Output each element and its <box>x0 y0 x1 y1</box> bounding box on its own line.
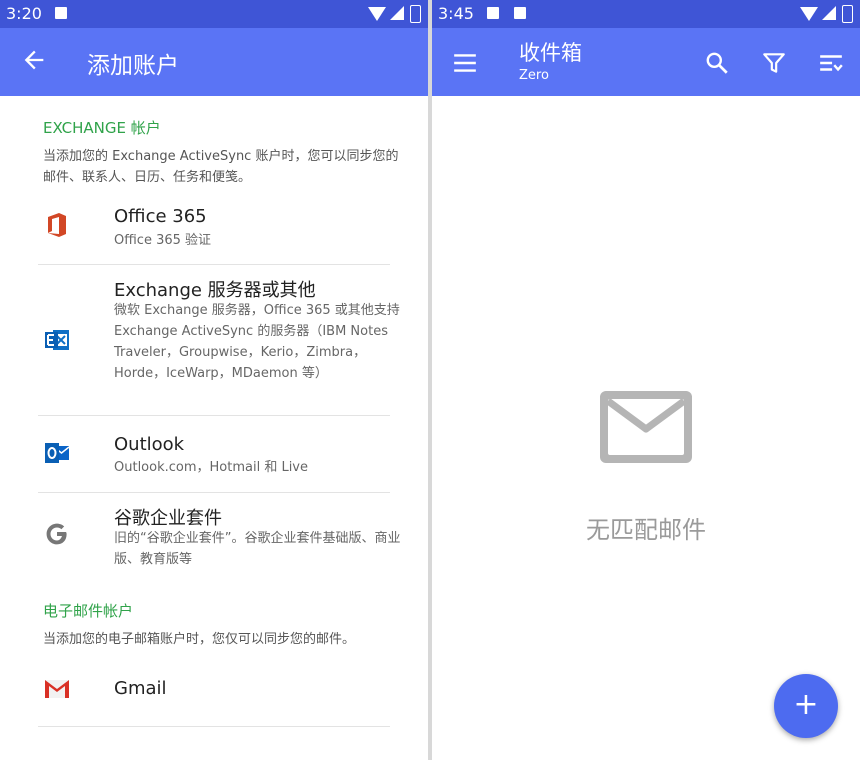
empty-inbox-message: 无匹配邮件 <box>586 516 706 544</box>
back-arrow-icon[interactable] <box>20 46 48 74</box>
account-subtitle: Outlook.com，Hotmail 和 Live <box>114 460 309 475</box>
filter-icon[interactable] <box>761 50 787 76</box>
account-title: Exchange 服务器或其他 <box>114 280 316 301</box>
status-time: 3:45 <box>438 4 474 23</box>
account-subtitle: 微软 Exchange 服务器，Office 365 或其他支持 Exchang… <box>114 303 400 381</box>
app-bar: 添加账户 <box>0 28 428 96</box>
mail-empty-icon <box>600 391 692 463</box>
divider <box>38 726 390 727</box>
signal-icon <box>822 6 836 20</box>
wifi-icon <box>800 7 818 21</box>
sort-icon[interactable] <box>818 50 844 76</box>
notification-icon <box>514 7 526 19</box>
battery-icon <box>842 5 853 23</box>
account-item-outlook[interactable]: Outlook Outlook.com，Hotmail 和 Live <box>0 416 428 492</box>
account-name: Zero <box>519 68 549 83</box>
status-bar: 3:45 <box>432 0 860 28</box>
account-title: Office 365 <box>114 206 207 227</box>
plus-icon: + <box>793 687 819 722</box>
account-item-gmail[interactable]: Gmail <box>0 656 428 726</box>
exchange-section-description: 当添加您的 Exchange ActiveSync 账户时，您可以同步您的邮件、… <box>43 149 399 185</box>
account-subtitle: 旧的“谷歌企业套件”。谷歌企业套件基础版、商业版、教育版等 <box>114 531 401 567</box>
office365-icon <box>48 213 66 237</box>
add-account-screen: 3:20 添加账户 EXCHANGE 帐户 当添加您的 Exchange Act… <box>0 0 428 760</box>
google-icon <box>46 523 67 545</box>
status-bar: 3:20 <box>0 0 428 28</box>
menu-icon[interactable] <box>452 50 478 76</box>
exchange-icon <box>45 330 69 350</box>
account-title: 谷歌企业套件 <box>114 508 222 529</box>
account-item-exchange[interactable]: Exchange 服务器或其他 微软 Exchange 服务器，Office 3… <box>0 265 428 415</box>
email-section-description: 当添加您的电子邮箱账户时，您仅可以同步您的邮件。 <box>43 632 356 647</box>
wifi-icon <box>368 7 386 21</box>
compose-button[interactable]: + <box>774 674 838 738</box>
inbox-title: 收件箱 <box>519 41 582 65</box>
outlook-icon <box>45 443 70 463</box>
account-title: Gmail <box>114 678 167 699</box>
signal-icon <box>390 6 404 20</box>
account-item-google-suite[interactable]: 谷歌企业套件 旧的“谷歌企业套件”。谷歌企业套件基础版、商业版、教育版等 <box>0 493 428 579</box>
notification-icon <box>55 7 67 19</box>
gmail-icon <box>45 680 69 698</box>
account-subtitle: Office 365 验证 <box>114 233 212 248</box>
page-title: 添加账户 <box>87 53 179 79</box>
email-section-header: 电子邮件帐户 <box>43 602 134 620</box>
inbox-screen: 3:45 收件箱 Zero 无匹配邮件 + <box>432 0 860 760</box>
image-notification-icon <box>487 7 499 19</box>
account-title: Outlook <box>114 434 185 455</box>
app-bar: 收件箱 Zero <box>432 28 860 96</box>
search-icon[interactable] <box>704 50 730 76</box>
battery-icon <box>410 5 421 23</box>
status-time: 3:20 <box>6 4 42 23</box>
account-item-office365[interactable]: Office 365 Office 365 验证 <box>0 196 428 264</box>
exchange-section-header: EXCHANGE 帐户 <box>43 119 161 137</box>
